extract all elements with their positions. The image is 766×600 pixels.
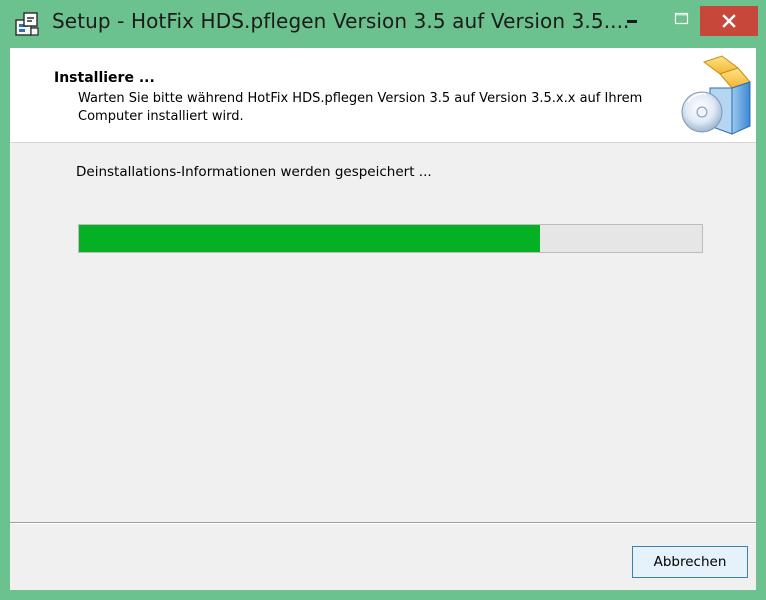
page-title: Installiere ... xyxy=(54,70,155,86)
status-text: Deinstallations-Informationen werden ges… xyxy=(76,164,432,180)
minimize-icon xyxy=(627,20,637,23)
setup-app-icon[interactable] xyxy=(14,11,40,37)
window-title: Setup - HotFix HDS.pflegen Version 3.5 a… xyxy=(52,9,630,33)
close-button[interactable] xyxy=(700,6,758,36)
minimize-button[interactable] xyxy=(610,6,652,32)
page-description: Warten Sie bitte während HotFix HDS.pfle… xyxy=(78,91,643,124)
setup-box-cd-icon xyxy=(676,54,754,138)
cancel-button[interactable]: Abbrechen xyxy=(632,546,748,578)
progress-bar-fill xyxy=(79,225,541,252)
maximize-button[interactable] xyxy=(660,6,702,32)
close-icon xyxy=(722,14,736,28)
setup-window: Setup - HotFix HDS.pflegen Version 3.5 a… xyxy=(0,0,766,600)
title-bar[interactable]: Setup - HotFix HDS.pflegen Version 3.5 a… xyxy=(0,0,766,48)
footer-divider xyxy=(10,522,756,524)
maximize-icon xyxy=(674,12,689,25)
client-area: Installiere ... Warten Sie bitte während… xyxy=(10,48,756,590)
progress-bar xyxy=(78,224,703,253)
wizard-header: Installiere ... Warten Sie bitte während… xyxy=(10,48,756,143)
